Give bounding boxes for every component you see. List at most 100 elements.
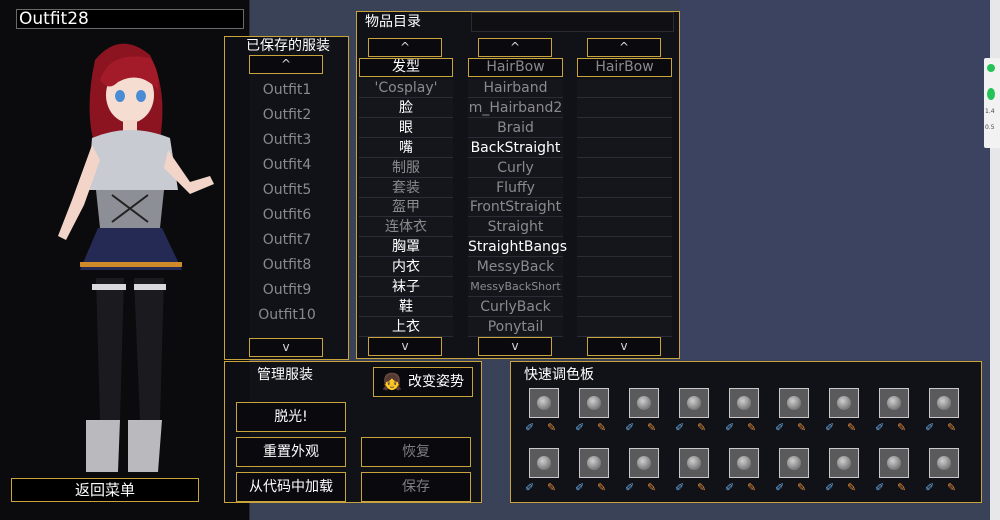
variant-selected-header[interactable]: HairBow bbox=[577, 58, 672, 77]
eyedropper-icon[interactable]: ✐ bbox=[875, 482, 884, 494]
category-item[interactable]: 嘴 bbox=[359, 138, 453, 158]
saved-outfit-item[interactable]: Outfit7 bbox=[250, 229, 324, 251]
color-swatch[interactable] bbox=[629, 448, 659, 478]
paint-brush-icon[interactable]: ✎ bbox=[547, 482, 556, 494]
saved-outfit-item[interactable]: Outfit1 bbox=[250, 79, 324, 101]
paint-brush-icon[interactable]: ✎ bbox=[897, 482, 906, 494]
variant-scroll-up-button[interactable]: ^ bbox=[587, 38, 661, 57]
color-swatch[interactable] bbox=[929, 388, 959, 418]
back-to-menu-button[interactable]: 返回菜单 bbox=[11, 478, 199, 502]
catalog-item[interactable]: Curly bbox=[468, 158, 563, 178]
category-item[interactable]: 胸罩 bbox=[359, 237, 453, 257]
item-scroll-up-button[interactable]: ^ bbox=[478, 38, 552, 57]
saved-outfit-item[interactable]: Outfit4 bbox=[250, 154, 324, 176]
color-swatch[interactable] bbox=[629, 388, 659, 418]
saved-scroll-up-button[interactable]: ^ bbox=[249, 55, 323, 74]
color-swatch[interactable] bbox=[579, 448, 609, 478]
eyedropper-icon[interactable]: ✐ bbox=[775, 482, 784, 494]
item-selected-header[interactable]: HairBow bbox=[468, 58, 563, 77]
eyedropper-icon[interactable]: ✐ bbox=[525, 482, 534, 494]
catalog-item[interactable]: CurlyBack bbox=[468, 297, 563, 317]
saved-outfit-item[interactable]: Outfit2 bbox=[250, 104, 324, 126]
color-swatch[interactable] bbox=[779, 388, 809, 418]
paint-brush-icon[interactable]: ✎ bbox=[547, 422, 556, 434]
color-swatch[interactable] bbox=[879, 448, 909, 478]
category-item[interactable]: 连体衣 bbox=[359, 217, 453, 237]
catalog-item[interactable]: FrontStraight bbox=[468, 197, 563, 217]
paint-brush-icon[interactable]: ✎ bbox=[647, 482, 656, 494]
paint-brush-icon[interactable]: ✎ bbox=[797, 422, 806, 434]
paint-brush-icon[interactable]: ✎ bbox=[747, 482, 756, 494]
eyedropper-icon[interactable]: ✐ bbox=[725, 422, 734, 434]
paint-brush-icon[interactable]: ✎ bbox=[747, 422, 756, 434]
category-item[interactable]: 制服 bbox=[359, 158, 453, 178]
restore-button[interactable]: 恢复 bbox=[361, 437, 471, 467]
category-item[interactable]: 袜子 bbox=[359, 277, 453, 297]
color-swatch[interactable] bbox=[729, 388, 759, 418]
catalog-item[interactable]: BackStraight bbox=[468, 138, 563, 158]
eyedropper-icon[interactable]: ✐ bbox=[925, 482, 934, 494]
eyedropper-icon[interactable]: ✐ bbox=[575, 482, 584, 494]
item-scroll-down-button[interactable]: v bbox=[478, 337, 552, 356]
paint-brush-icon[interactable]: ✎ bbox=[847, 422, 856, 434]
catalog-item[interactable]: Straight bbox=[468, 217, 563, 237]
saved-outfit-item[interactable]: Outfit8 bbox=[250, 254, 324, 276]
category-scroll-down-button[interactable]: v bbox=[368, 337, 442, 356]
color-swatch[interactable] bbox=[829, 388, 859, 418]
category-selected-header[interactable]: 发型 bbox=[359, 58, 453, 77]
catalog-item[interactable]: StraightBangs bbox=[468, 237, 567, 257]
eyedropper-icon[interactable]: ✐ bbox=[675, 422, 684, 434]
category-item[interactable]: 套装 bbox=[359, 178, 453, 198]
eyedropper-icon[interactable]: ✐ bbox=[575, 422, 584, 434]
paint-brush-icon[interactable]: ✎ bbox=[697, 482, 706, 494]
saved-outfit-item[interactable]: Outfit9 bbox=[250, 279, 324, 301]
eyedropper-icon[interactable]: ✐ bbox=[775, 422, 784, 434]
saved-outfit-item[interactable]: Outfit5 bbox=[250, 179, 324, 201]
eyedropper-icon[interactable]: ✐ bbox=[625, 482, 634, 494]
eyedropper-icon[interactable]: ✐ bbox=[875, 422, 884, 434]
paint-brush-icon[interactable]: ✎ bbox=[847, 482, 856, 494]
eyedropper-icon[interactable]: ✐ bbox=[825, 422, 834, 434]
saved-outfit-item[interactable]: Outfit6 bbox=[250, 204, 324, 226]
paint-brush-icon[interactable]: ✎ bbox=[897, 422, 906, 434]
color-swatch[interactable] bbox=[779, 448, 809, 478]
catalog-item[interactable]: MessyBack bbox=[468, 257, 563, 277]
color-swatch[interactable] bbox=[679, 448, 709, 478]
eyedropper-icon[interactable]: ✐ bbox=[925, 422, 934, 434]
eyedropper-icon[interactable]: ✐ bbox=[825, 482, 834, 494]
catalog-item[interactable]: Braid bbox=[468, 118, 563, 138]
paint-brush-icon[interactable]: ✎ bbox=[697, 422, 706, 434]
paint-brush-icon[interactable]: ✎ bbox=[947, 482, 956, 494]
save-button[interactable]: 保存 bbox=[361, 472, 471, 502]
eyedropper-icon[interactable]: ✐ bbox=[675, 482, 684, 494]
saved-scroll-down-button[interactable]: v bbox=[249, 338, 323, 357]
paint-brush-icon[interactable]: ✎ bbox=[597, 482, 606, 494]
toggle-icon[interactable] bbox=[987, 88, 995, 100]
load-from-code-button[interactable]: 从代码中加载 bbox=[236, 472, 346, 502]
category-item[interactable]: 内衣 bbox=[359, 257, 453, 277]
color-swatch[interactable] bbox=[929, 448, 959, 478]
paint-brush-icon[interactable]: ✎ bbox=[647, 422, 656, 434]
paint-brush-icon[interactable]: ✎ bbox=[597, 422, 606, 434]
eyedropper-icon[interactable]: ✐ bbox=[525, 422, 534, 434]
outfit-name-input[interactable]: Outfit28 bbox=[16, 9, 244, 29]
catalog-item[interactable]: MessyBackShort bbox=[468, 277, 563, 297]
eyedropper-icon[interactable]: ✐ bbox=[625, 422, 634, 434]
reset-appearance-button[interactable]: 重置外观 bbox=[236, 437, 346, 467]
color-swatch[interactable] bbox=[679, 388, 709, 418]
category-item[interactable]: 'Cosplay' bbox=[359, 78, 453, 98]
category-item[interactable]: 眼 bbox=[359, 118, 453, 138]
category-scroll-up-button[interactable]: ^ bbox=[368, 38, 442, 57]
color-swatch[interactable] bbox=[579, 388, 609, 418]
category-item[interactable]: 鞋 bbox=[359, 297, 453, 317]
category-item[interactable]: 上衣 bbox=[359, 317, 453, 337]
color-swatch[interactable] bbox=[729, 448, 759, 478]
paint-brush-icon[interactable]: ✎ bbox=[797, 482, 806, 494]
variant-scroll-down-button[interactable]: v bbox=[587, 337, 661, 356]
color-swatch[interactable] bbox=[529, 388, 559, 418]
category-item[interactable]: 盔甲 bbox=[359, 197, 453, 217]
color-swatch[interactable] bbox=[529, 448, 559, 478]
strip-button[interactable]: 脱光! bbox=[236, 402, 346, 432]
color-swatch[interactable] bbox=[879, 388, 909, 418]
catalog-item[interactable]: m_Hairband2 bbox=[468, 98, 563, 118]
